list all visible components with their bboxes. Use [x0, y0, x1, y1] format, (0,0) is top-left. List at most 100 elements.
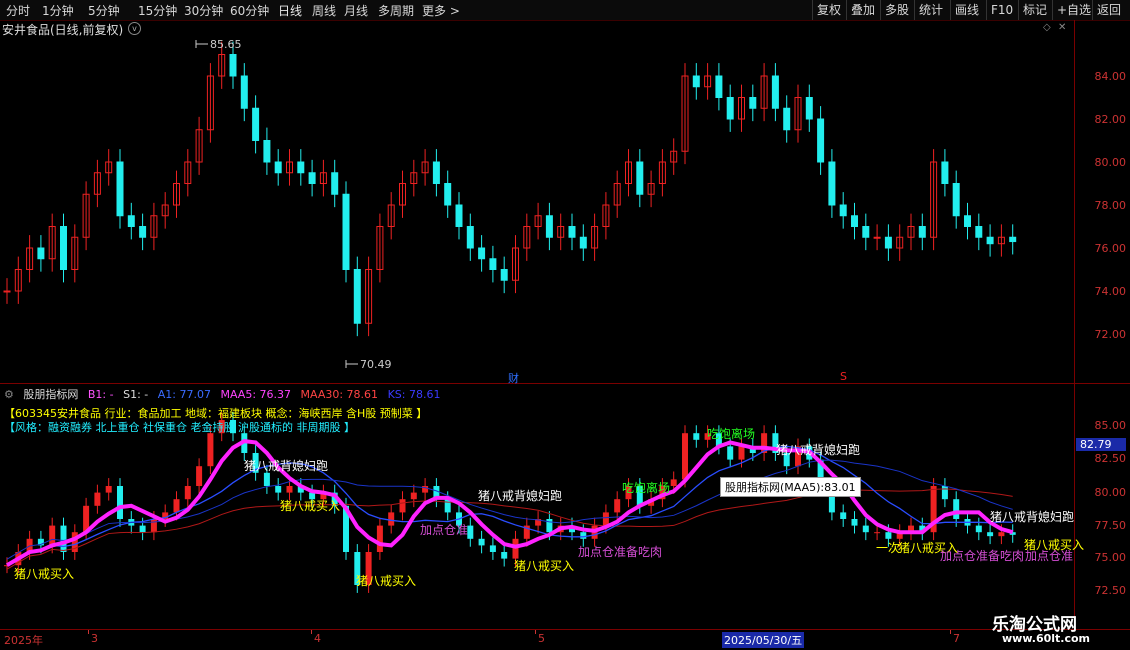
indicator-bar — [207, 433, 214, 467]
price-axis-label: 78.00 — [1094, 199, 1127, 212]
candle-body — [500, 269, 508, 281]
signal-full: 吃饱离场 — [622, 481, 671, 495]
indicator-bar — [614, 499, 621, 513]
b1-value: B1: - — [87, 388, 114, 401]
finance-marker[interactable]: 财 — [508, 370, 519, 386]
candle-body — [432, 161, 440, 184]
candle-body — [3, 290, 11, 293]
indicator-axis-label: 82.50 — [1094, 452, 1127, 465]
date-tick — [311, 630, 312, 634]
date-tick — [950, 630, 951, 634]
indicator-bar — [117, 486, 123, 519]
signal-add: 加点仓准备吃肉 — [578, 545, 663, 559]
style-info-line: 【风格：融资融券 北上重仓 社保重仓 老金持股 沪股通标的 非周期股 】 — [4, 421, 355, 434]
indicator-axis-label: 77.50 — [1094, 519, 1127, 532]
candle-body — [37, 247, 45, 260]
candle-body — [726, 97, 734, 120]
indicator-bar — [184, 486, 191, 500]
date-tick — [88, 630, 89, 634]
candle-body — [771, 75, 779, 109]
candle-body — [229, 54, 237, 77]
date-label: 4 — [314, 632, 321, 645]
back-button[interactable]: 返回 — [1092, 0, 1125, 20]
signal-buy: 猪八戒买入 — [514, 559, 575, 573]
candle-body — [139, 226, 147, 238]
indicator-bar — [286, 486, 293, 493]
date-label: 7 — [953, 632, 960, 645]
signal-buy: 猪八戒买入 — [14, 567, 75, 581]
indicator-bar — [851, 519, 858, 526]
candle-body — [975, 226, 983, 238]
candle-body — [952, 183, 960, 217]
candle-body — [274, 161, 282, 174]
indicator-bar — [467, 525, 474, 539]
indicator-axis-label: 72.50 — [1094, 584, 1127, 597]
candle-body — [749, 97, 757, 109]
candle-body — [941, 161, 949, 184]
signal-full: 吃饱离场 — [707, 427, 756, 441]
indicator-bar — [998, 532, 1005, 537]
candle-body — [444, 183, 452, 206]
candle-body — [308, 172, 316, 184]
indicator-bar — [874, 532, 881, 534]
candle-body — [116, 161, 124, 217]
candle-body — [839, 204, 847, 217]
signal-add: 加点仓准备吃肉 — [940, 549, 1025, 563]
candle-body — [862, 226, 870, 238]
price-axis-label: 76.00 — [1094, 242, 1127, 255]
indicator-bar — [580, 532, 587, 539]
indicator-bar — [727, 446, 734, 460]
candle-body — [127, 215, 135, 227]
s-marker[interactable]: S — [840, 370, 847, 383]
price-axis-label: 72.00 — [1094, 328, 1127, 341]
candle-body — [568, 226, 576, 238]
s1-value: S1: - — [123, 388, 149, 401]
candle-body — [252, 107, 260, 141]
indicator-axis-label: 85.00 — [1094, 419, 1127, 432]
a1-value: A1: 77.07 — [157, 388, 211, 401]
indicator-bar — [602, 512, 609, 526]
current-value-tag: 82.79 — [1076, 438, 1126, 451]
candle-body — [918, 226, 926, 238]
high-price-label: 85.65 — [210, 38, 242, 51]
indicator-bar — [376, 525, 383, 552]
candle-body — [60, 226, 67, 270]
candle-body — [353, 269, 361, 324]
cursor-date: 2025/05/30/五 — [722, 632, 805, 648]
indicator-bar — [60, 525, 67, 552]
date-label: 2025年 — [4, 634, 43, 647]
indicator-bar — [478, 538, 485, 546]
low-price-label: 70.49 — [360, 358, 392, 371]
indicator-bar — [941, 486, 948, 500]
indicator-bar — [410, 492, 417, 500]
signal-run: 猪八戒背媳妇跑 — [990, 510, 1075, 524]
candle-body — [478, 247, 486, 260]
signal-run: 猪八戒背媳妇跑 — [244, 459, 329, 473]
candle-body — [783, 107, 791, 131]
indicator-bar — [953, 499, 960, 519]
candle-body — [851, 215, 858, 227]
candle-body — [715, 75, 723, 98]
candle-body — [828, 161, 836, 206]
maa30-value: MAA30: 78.61 — [300, 388, 379, 401]
signal-run: 猪八戒背媳妇跑 — [478, 489, 563, 503]
indicator-bar — [987, 532, 994, 537]
signal-buy: 猪八戒买入 — [356, 574, 417, 588]
candle-body — [331, 172, 339, 195]
gear-icon[interactable]: ⚙ — [4, 388, 14, 401]
signal-buy: 猪八戒买入 — [1024, 538, 1085, 552]
candle-body — [964, 215, 971, 227]
indicator-bar — [738, 446, 745, 460]
candle-body — [1009, 236, 1017, 243]
price-marker-high — [195, 40, 208, 48]
indicator-bar — [399, 499, 406, 513]
maa5-value: MAA5: 76.37 — [220, 388, 292, 401]
indicator-bar — [670, 479, 677, 486]
indicator-bar — [840, 512, 847, 519]
candle-body — [692, 75, 700, 88]
price-axis-label: 80.00 — [1094, 156, 1127, 169]
indicator-bar — [975, 525, 982, 533]
indicator-bar — [173, 499, 180, 513]
indicator-bar — [885, 532, 892, 539]
price-axis-label: 82.00 — [1094, 113, 1127, 126]
